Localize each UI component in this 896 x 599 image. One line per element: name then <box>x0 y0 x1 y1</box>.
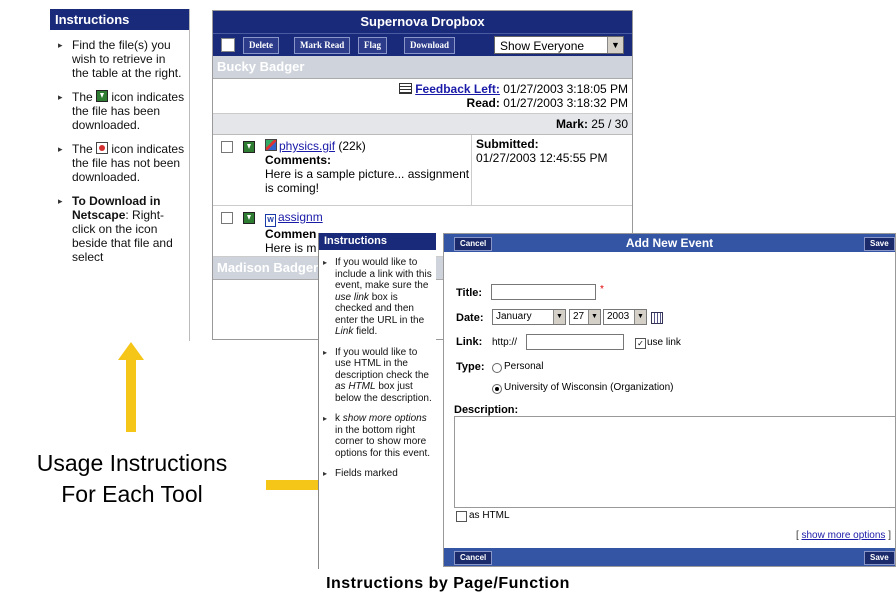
required-mark: * <box>600 284 604 295</box>
title-input[interactable] <box>491 284 596 300</box>
month-select[interactable]: January ▼ <box>492 309 566 325</box>
instruction-item: The icon indicates the file has not been… <box>58 142 185 184</box>
instruction-item: If you would like to use HTML in the des… <box>323 347 434 405</box>
row-checkbox[interactable] <box>221 141 233 153</box>
as-html-checkbox[interactable] <box>456 511 467 522</box>
chevron-down-icon: ▼ <box>634 310 646 324</box>
figure-caption: Instructions by Page/Function <box>326 575 570 592</box>
instructions-panel: Instructions Find the file(s) you wish t… <box>50 9 190 341</box>
calendar-icon[interactable] <box>651 312 663 324</box>
link-input[interactable] <box>526 334 624 350</box>
not-downloaded-icon <box>96 142 109 154</box>
feedback-icon <box>399 83 413 94</box>
chevron-down-icon: ▼ <box>553 310 565 324</box>
arrow-up-icon <box>118 342 144 432</box>
feedback-info: Feedback Left: 01/27/2003 3:18:05 PM Rea… <box>213 79 632 114</box>
description-textarea[interactable] <box>454 416 895 508</box>
form-title: Add New Event <box>625 236 714 250</box>
row-checkbox[interactable] <box>221 212 233 224</box>
use-link-label: use link <box>647 337 681 348</box>
save-button[interactable]: Save <box>864 237 895 251</box>
show-more-options: [ show more options ] <box>795 530 891 541</box>
download-button[interactable]: Download <box>404 37 456 54</box>
chevron-down-icon: ▼ <box>607 37 623 53</box>
downloaded-icon <box>96 90 109 102</box>
delete-button[interactable]: Delete <box>243 37 279 54</box>
image-file-icon <box>265 139 277 151</box>
student-header: Bucky Badger <box>213 56 632 79</box>
event-instructions-panel: Instructions If you would like to includ… <box>318 233 436 569</box>
day-select[interactable]: 27 ▼ <box>569 309 601 325</box>
description-label: Description: <box>454 404 519 416</box>
select-all-checkbox[interactable] <box>221 38 235 52</box>
personal-radio[interactable] <box>492 363 502 373</box>
as-html-label: as HTML <box>469 510 510 521</box>
usage-instructions-label: Usage Instructions For Each Tool <box>36 450 228 507</box>
instruction-item: To Download in Netscape: Right-click on … <box>58 194 185 264</box>
filter-select[interactable]: Show Everyone ▼ <box>494 36 624 54</box>
organization-radio[interactable] <box>492 384 502 394</box>
instruction-item: If you would like to include a link with… <box>323 257 434 338</box>
title-label: Title: <box>456 287 483 299</box>
instructions-title: Instructions <box>50 9 189 30</box>
instruction-item: The icon indicates the file has been dow… <box>58 90 185 132</box>
save-button[interactable]: Save <box>864 551 895 565</box>
instructions-title: Instructions <box>319 233 436 250</box>
link-label: Link: <box>456 336 483 348</box>
flag-button[interactable]: Flag <box>358 37 387 54</box>
dropbox-title: Supernova Dropbox <box>213 11 632 33</box>
table-row: physics.gif (22k) Comments: Here is a sa… <box>213 135 632 207</box>
form-bottom-bar: Cancel Save <box>444 548 895 566</box>
year-select[interactable]: 2003 ▼ <box>603 309 647 325</box>
file-link[interactable]: physics.gif <box>279 139 335 153</box>
type-label: Type: <box>456 361 485 373</box>
instruction-item: Fields marked <box>323 468 434 480</box>
cancel-button[interactable]: Cancel <box>454 551 493 565</box>
form-top-bar: Cancel Add New Event Save <box>444 234 895 252</box>
file-link[interactable]: assignm <box>278 210 323 224</box>
downloaded-icon[interactable] <box>243 212 255 224</box>
show-more-options-link[interactable]: show more options <box>802 530 886 541</box>
use-link-checkbox[interactable]: ✓ <box>635 338 646 349</box>
instruction-item: k show more options in the bottom right … <box>323 413 434 459</box>
add-event-form: Cancel Add New Event Save Title: * Date:… <box>443 233 896 567</box>
downloaded-icon[interactable] <box>243 141 255 153</box>
dropbox-toolbar: Delete Mark Read Flag Download Show Ever… <box>213 33 632 56</box>
mark-row: Mark: 25 / 30 <box>213 114 632 135</box>
document-file-icon: W <box>265 214 276 227</box>
instructions-list: Find the file(s) you wish to retrieve in… <box>50 30 189 264</box>
chevron-down-icon: ▼ <box>588 310 600 324</box>
instruction-item: Find the file(s) you wish to retrieve in… <box>58 38 185 80</box>
mark-read-button[interactable]: Mark Read <box>294 37 351 54</box>
date-label: Date: <box>456 312 484 324</box>
feedback-link[interactable]: Feedback Left: <box>415 82 500 96</box>
